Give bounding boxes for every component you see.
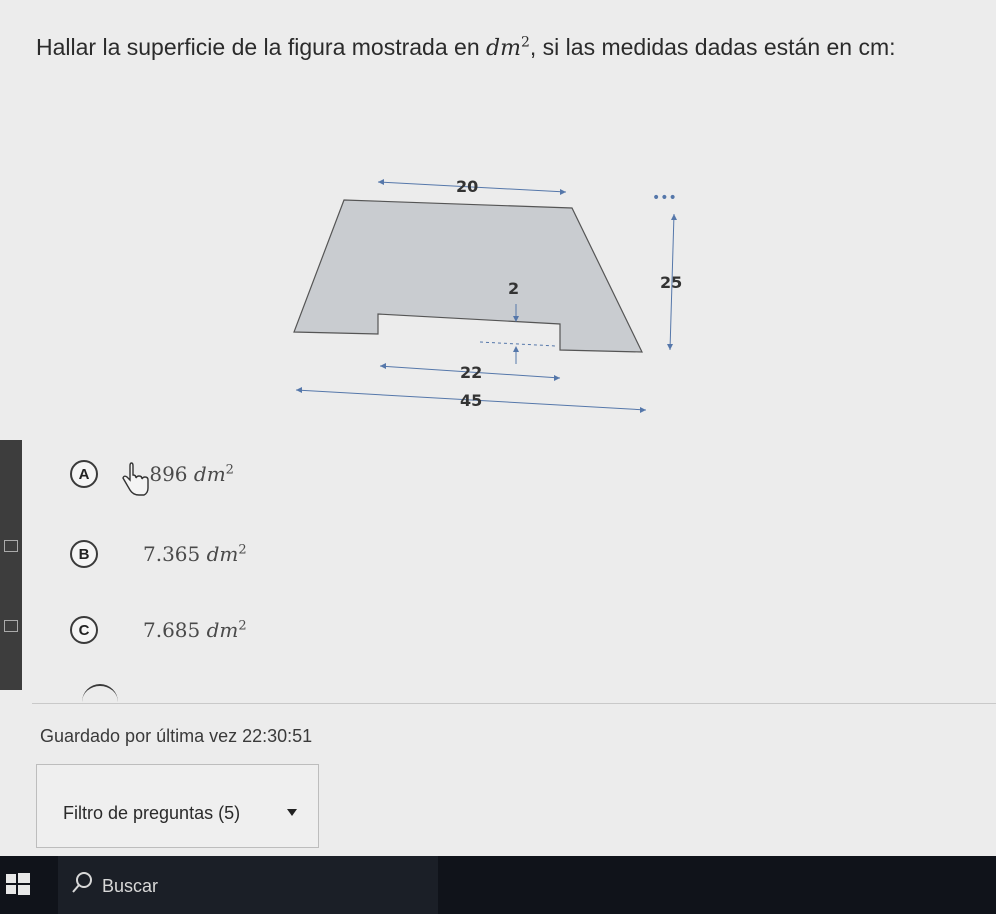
windows-start-icon[interactable] bbox=[0, 864, 34, 904]
chevron-down-icon bbox=[287, 809, 297, 816]
dim-notch-depth-label: 2 bbox=[508, 279, 519, 298]
search-icon bbox=[72, 872, 92, 893]
taskbar-search-label: Buscar bbox=[102, 876, 159, 896]
hand-cursor-icon bbox=[122, 462, 149, 496]
question-prefix: Hallar la superficie de la figura mostra… bbox=[36, 34, 487, 60]
option-letter: A bbox=[70, 460, 98, 488]
question-suffix: , si las medidas dadas están en cm: bbox=[529, 34, 896, 60]
grid-icon bbox=[4, 540, 18, 552]
trapezoid-figure: 20 25 ••• 2 22 45 bbox=[293, 177, 682, 413]
dim-top-label: 20 bbox=[456, 177, 478, 196]
option-a[interactable]: A .896 dm2 bbox=[70, 456, 234, 492]
option-value: 7.685 dm2 bbox=[143, 618, 247, 642]
option-letter: B bbox=[70, 540, 98, 568]
ellipsis: ••• bbox=[652, 190, 677, 206]
divider bbox=[32, 703, 996, 704]
taskbar: Buscar bbox=[0, 856, 996, 914]
option-c[interactable]: C 7.685 dm2 bbox=[70, 612, 247, 648]
dim-base-label: 45 bbox=[460, 391, 482, 410]
option-d-partial[interactable] bbox=[82, 684, 118, 704]
filter-label: Filtro de preguntas (5) bbox=[63, 803, 241, 823]
question-filter-dropdown[interactable]: Filtro de preguntas (5) bbox=[36, 764, 319, 848]
dim-notch-width-label: 22 bbox=[460, 363, 482, 382]
left-side-strip bbox=[0, 440, 22, 690]
trapezoid-shape bbox=[293, 199, 643, 353]
grid-icon bbox=[4, 620, 18, 632]
option-value: .896 dm2 bbox=[143, 462, 234, 486]
dim-height-label: 25 bbox=[660, 273, 682, 292]
question-text: Hallar la superficie de la figura mostra… bbox=[36, 34, 986, 61]
saved-status: Guardado por última vez 22:30:51 bbox=[40, 726, 313, 746]
option-value: 7.365 dm2 bbox=[143, 542, 247, 566]
option-letter: C bbox=[70, 616, 98, 644]
option-b[interactable]: B 7.365 dm2 bbox=[70, 536, 247, 572]
question-unit: dm2 bbox=[486, 34, 530, 61]
